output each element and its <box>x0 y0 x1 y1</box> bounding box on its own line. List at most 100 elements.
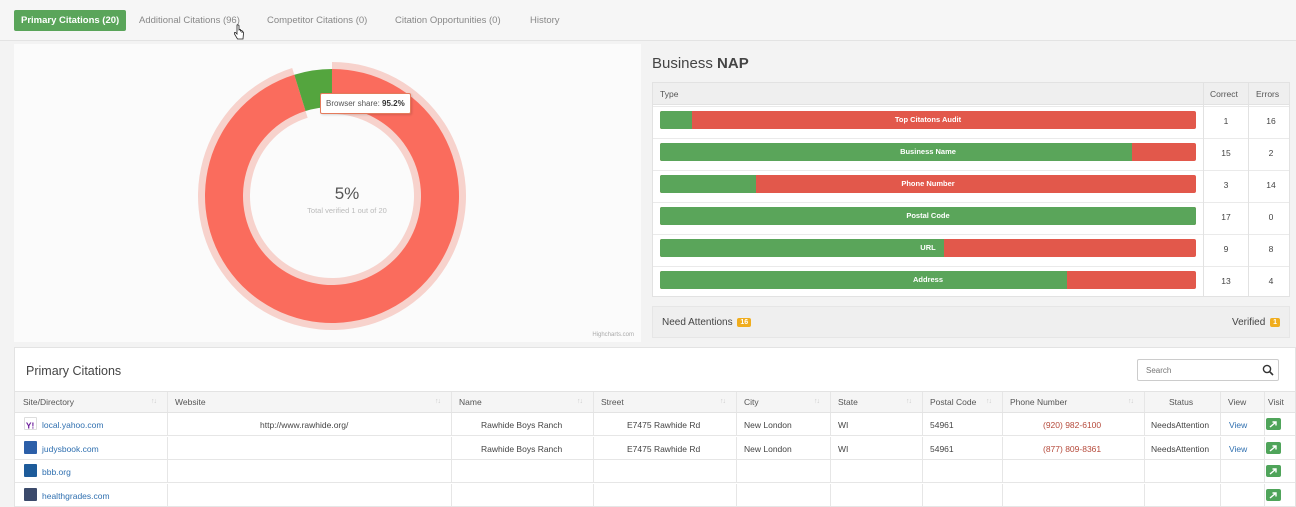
nap-error-count: 2 <box>1268 148 1274 158</box>
donut-percentage: 5% <box>334 184 360 203</box>
phone-cell: (877) 809-8361 <box>1043 443 1102 454</box>
svg-text:Y!: Y! <box>26 420 35 430</box>
column-divider <box>167 436 168 459</box>
tab-primary-citations[interactable]: Primary Citations (20) <box>14 10 127 31</box>
column-divider <box>736 392 737 412</box>
yahoo-icon: Y! <box>24 417 37 430</box>
sort-icon[interactable]: ↑↓ <box>577 398 583 405</box>
nap-row: Address 13 4 <box>653 266 1289 298</box>
column-divider <box>1220 483 1221 506</box>
column-divider <box>1002 413 1003 435</box>
column-divider <box>593 413 594 435</box>
verified-summary[interactable]: Verified 1 <box>1232 317 1280 328</box>
column-header-state[interactable]: State <box>838 397 858 407</box>
mouse-cursor-icon <box>233 24 244 40</box>
column-divider <box>167 460 168 482</box>
sort-icon[interactable]: ↑↓ <box>1128 398 1134 405</box>
visit-button[interactable] <box>1266 488 1281 501</box>
column-header-view[interactable]: View <box>1228 397 1246 407</box>
column-divider <box>1220 413 1221 435</box>
column-divider <box>1264 413 1265 435</box>
column-divider <box>451 392 452 412</box>
sort-icon[interactable]: ↑↓ <box>435 398 441 405</box>
column-divider <box>1144 392 1145 412</box>
nap-header-correct: Correct <box>1210 89 1238 99</box>
nap-progress-bar: Postal Code <box>660 207 1196 225</box>
column-divider <box>1002 460 1003 482</box>
nap-header-type: Type <box>660 89 679 99</box>
nap-progress-bar: Top Citatons Audit <box>660 111 1196 129</box>
column-header-visit[interactable]: Visit <box>1268 397 1284 407</box>
tab-citation-opportunities[interactable]: Citation Opportunities (0) <box>388 10 508 31</box>
column-header-site-directory[interactable]: Site/Directory <box>23 397 74 407</box>
column-divider <box>593 436 594 459</box>
citations-search-box <box>1137 359 1279 381</box>
name-cell: Rawhide Boys Ranch <box>481 420 563 430</box>
column-divider <box>167 483 168 506</box>
tab-competitor-citations[interactable]: Competitor Citations (0) <box>260 10 374 31</box>
citations-table-header: Site/Directory ↑↓ Website ↑↓ Name ↑↓ Street ↑↓ C… <box>15 391 1295 413</box>
tab-history[interactable]: History <box>523 10 567 31</box>
column-divider <box>736 436 737 459</box>
column-divider <box>736 413 737 435</box>
column-divider <box>593 392 594 412</box>
column-divider <box>736 460 737 482</box>
visit-button[interactable] <box>1266 418 1281 430</box>
view-link[interactable]: View <box>1229 444 1247 454</box>
need-attentions[interactable]: Need Attentions 16 <box>662 317 752 328</box>
state-cell: WI <box>838 420 849 430</box>
site-link[interactable]: bbb.org <box>42 467 71 477</box>
nap-correct-count: 3 <box>1223 180 1229 190</box>
column-divider <box>593 460 594 482</box>
nap-correct-count: 1 <box>1223 116 1229 126</box>
site-link[interactable]: local.yahoo.com <box>42 420 103 430</box>
verification-chart-panel: 5% Total verified 1 out of 20 Browser sh… <box>14 44 641 342</box>
column-divider <box>1220 460 1221 482</box>
column-header-phone-number[interactable]: Phone Number <box>1010 397 1067 407</box>
nap-title-prefix: Business <box>652 55 718 72</box>
sort-icon[interactable]: ↑↓ <box>720 398 726 405</box>
column-divider <box>1264 483 1265 506</box>
nap-bar-label: URL <box>920 243 936 252</box>
sort-icon[interactable]: ↑↓ <box>814 398 820 405</box>
tab-additional-citations[interactable]: Additional Citations (96) <box>132 10 247 31</box>
table-row: Y! local.yahoo.com http://www.rawhide.or… <box>15 413 1295 436</box>
column-header-website[interactable]: Website <box>175 397 206 407</box>
column-divider <box>830 460 831 482</box>
search-icon[interactable] <box>1262 364 1274 376</box>
nap-row: Top Citatons Audit 1 16 <box>653 106 1289 138</box>
nap-table: Type Correct Errors Top Citatons Audit 1… <box>652 82 1290 297</box>
column-header-city[interactable]: City <box>744 397 759 407</box>
verified-label: Verified <box>1231 317 1266 328</box>
sort-icon[interactable]: ↑↓ <box>986 398 992 405</box>
column-divider <box>830 483 831 506</box>
column-header-status[interactable]: Status <box>1169 397 1193 407</box>
column-header-name[interactable]: Name <box>459 397 482 407</box>
city-cell: New London <box>744 443 792 454</box>
healthgrades-icon <box>24 487 37 501</box>
bbb-icon <box>24 464 37 477</box>
column-divider <box>451 413 452 435</box>
site-link[interactable]: healthgrades.com <box>42 491 110 501</box>
visit-button[interactable] <box>1266 441 1281 454</box>
column-divider <box>1002 436 1003 459</box>
column-header-postal-code[interactable]: Postal Code <box>930 397 976 407</box>
nap-bar-label: Address <box>912 275 943 284</box>
citations-search-input[interactable] <box>1138 360 1258 380</box>
street-cell: E7475 Rawhide Rd <box>627 443 701 454</box>
sort-icon[interactable]: ↑↓ <box>906 398 912 405</box>
column-divider <box>167 392 168 412</box>
column-header-street[interactable]: Street <box>601 397 624 407</box>
view-link[interactable]: View <box>1229 420 1247 430</box>
sort-icon[interactable]: ↑↓ <box>151 398 157 405</box>
column-divider <box>1144 436 1145 459</box>
site-link[interactable]: judysbook.com <box>42 444 99 454</box>
nap-error-count: 16 <box>1266 116 1276 126</box>
visit-button[interactable] <box>1266 465 1281 477</box>
nap-row: URL 9 8 <box>653 234 1289 266</box>
external-link-icon <box>1269 491 1277 499</box>
website-cell: http://www.rawhide.org/ <box>260 420 349 430</box>
chart-credits[interactable]: Highcharts.com <box>592 332 634 338</box>
nap-row: Business Name 15 2 <box>653 138 1289 170</box>
attention-summary-bar: Need Attentions 16 Verified 1 <box>652 306 1290 338</box>
